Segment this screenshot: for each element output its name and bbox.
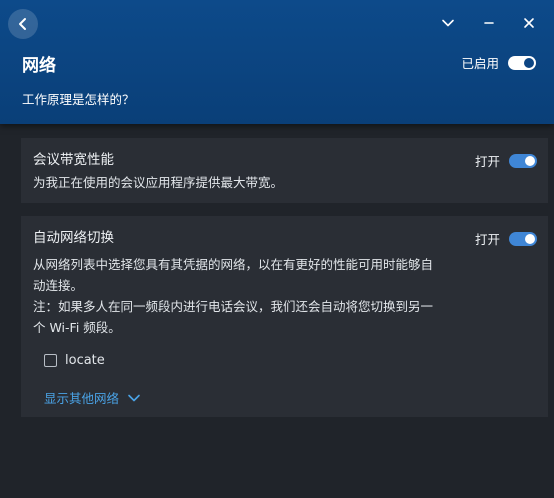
network-option-label: locate [65, 353, 105, 368]
description-line: 个 Wi-Fi 频段。 [33, 320, 121, 335]
bandwidth-title: 会议带宽性能 [33, 152, 114, 168]
auto-switch-toggle-control: 打开 [475, 229, 537, 248]
network-checkbox[interactable] [44, 354, 57, 367]
minimize-icon [484, 22, 494, 24]
close-button[interactable] [518, 12, 540, 34]
network-option-locate[interactable]: locate [44, 353, 105, 368]
enabled-label: 已启用 [461, 56, 499, 71]
description-line: 从网络列表中选择您具有其凭据的网络，以在有更好的性能可用时能够自 [33, 257, 434, 272]
back-arrow-icon [19, 18, 26, 30]
show-more-chevron-icon [128, 394, 140, 401]
auto-switch-toggle[interactable] [509, 231, 537, 246]
bandwidth-description: 为我正在使用的会议应用程序提供最大带宽。 [33, 175, 284, 190]
bandwidth-card: 会议带宽性能 打开 为我正在使用的会议应用程序提供最大带宽。 [21, 138, 548, 203]
enabled-control: 已启用 [461, 53, 536, 72]
show-more-label: 显示其他网络 [44, 391, 120, 406]
how-it-works-link[interactable]: 工作原理是怎样的？ [22, 89, 135, 108]
auto-switch-title: 自动网络切换 [33, 230, 114, 246]
page-title: 网络 [22, 56, 56, 76]
bandwidth-toggle[interactable] [509, 153, 537, 168]
auto-switch-toggle-label: 打开 [474, 232, 500, 247]
auto-switch-card: 自动网络切换 打开 从网络列表中选择您具有其凭据的网络，以在有更好的性能可用时能… [21, 216, 548, 417]
toggle-knob [525, 233, 535, 244]
header: 网络 工作原理是怎样的？ 已启用 [0, 0, 554, 124]
toggle-knob [525, 155, 535, 166]
auto-switch-description: 从网络列表中选择您具有其凭据的网络，以在有更好的性能可用时能够自 动连接。 注：… [33, 254, 493, 338]
show-more-networks-button[interactable]: 显示其他网络 [44, 388, 141, 407]
collapse-button[interactable] [437, 12, 459, 34]
close-icon [524, 18, 534, 28]
bandwidth-toggle-label: 打开 [474, 154, 500, 169]
enabled-toggle[interactable] [508, 55, 536, 70]
bandwidth-toggle-control: 打开 [475, 151, 537, 170]
description-line: 注：如果多人在同一频段内进行电话会议，我们还会自动将您切换到另一 [33, 299, 434, 314]
toggle-knob [524, 57, 534, 68]
description-line: 动连接。 [33, 278, 84, 293]
back-button[interactable] [8, 9, 38, 39]
minimize-button[interactable] [478, 12, 500, 34]
chevron-down-icon [442, 19, 454, 27]
